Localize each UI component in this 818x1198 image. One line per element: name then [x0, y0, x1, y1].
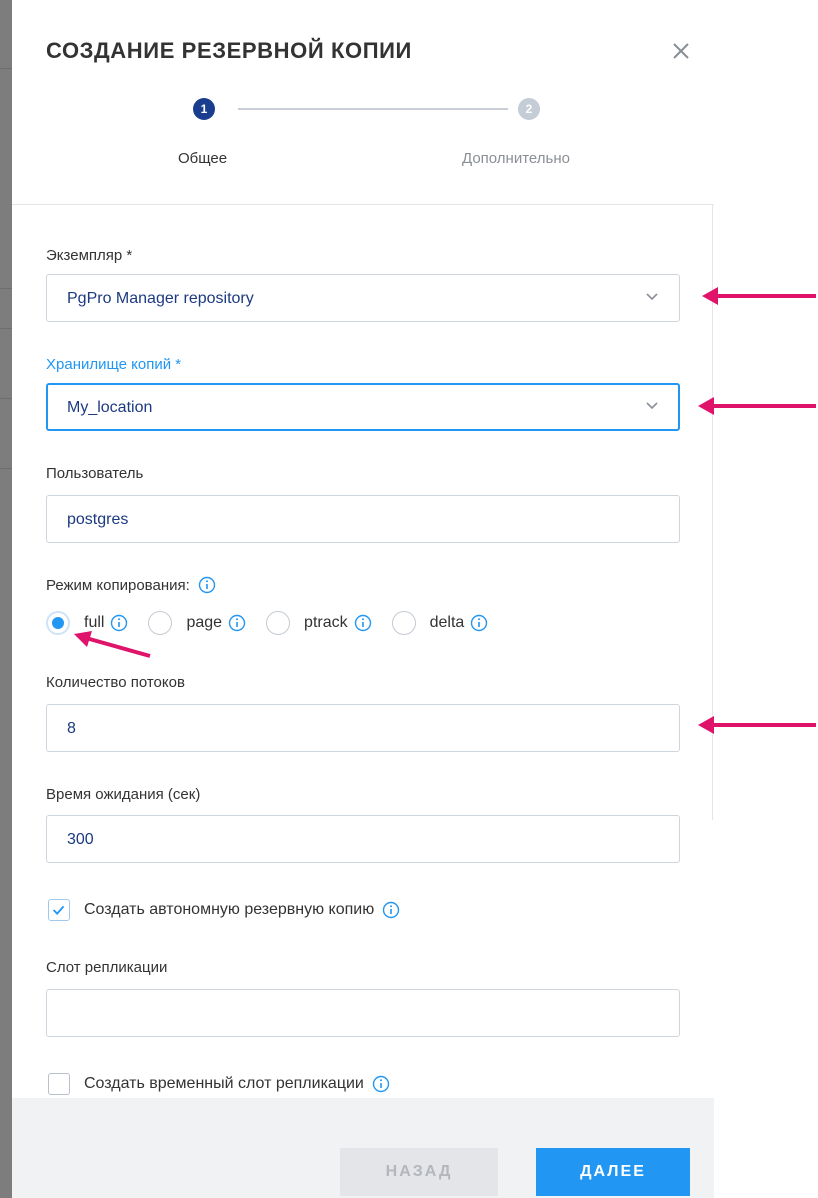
backdrop-overlay — [0, 0, 12, 1198]
outside-area — [714, 0, 818, 1198]
standalone-label: Создать автономную резервную копию — [84, 901, 375, 918]
slot-field[interactable] — [46, 989, 680, 1037]
user-label: Пользователь — [46, 465, 144, 482]
info-icon[interactable] — [372, 1075, 390, 1093]
threads-label: Количество потоков — [46, 674, 185, 691]
timeout-value: 300 — [67, 831, 94, 848]
instance-select[interactable]: PgPro Manager repository — [46, 274, 680, 322]
timeout-label: Время ожидания (сек) — [46, 786, 201, 803]
annotation-arrow-icon — [702, 287, 816, 305]
step-2-label[interactable]: Дополнительно — [462, 150, 570, 167]
info-icon[interactable] — [382, 901, 400, 919]
close-icon[interactable] — [666, 36, 696, 66]
step-1-indicator[interactable]: 1 — [193, 98, 215, 120]
radio-delta[interactable] — [391, 611, 416, 635]
chevron-down-icon — [646, 402, 658, 410]
threads-field[interactable]: 8 — [46, 704, 680, 752]
annotation-arrow-icon — [698, 397, 816, 415]
mode-label: Режим копирования: — [46, 576, 190, 594]
storage-label: Хранилище копий * — [46, 356, 182, 373]
standalone-checkbox[interactable] — [48, 899, 70, 921]
slot-label: Слот репликации — [46, 959, 168, 976]
info-icon[interactable] — [228, 614, 246, 632]
standalone-option[interactable]: Создать автономную резервную копию — [48, 899, 400, 921]
mode-option-delta[interactable]: delta — [391, 611, 489, 635]
instance-value: PgPro Manager repository — [67, 290, 254, 307]
chevron-down-icon — [646, 293, 658, 301]
dialog-title: СОЗДАНИЕ РЕЗЕРВНОЙ КОПИИ — [46, 38, 412, 63]
step-2-indicator[interactable]: 2 — [518, 98, 540, 120]
annotation-arrow-icon — [698, 716, 816, 734]
temp-slot-checkbox[interactable] — [48, 1073, 70, 1095]
mode-option-label: page — [186, 614, 223, 631]
check-icon — [52, 905, 65, 915]
mode-option-label: delta — [429, 614, 465, 631]
dialog-footer: НАЗАД ДАЛЕЕ — [12, 1098, 714, 1198]
radio-full[interactable] — [46, 611, 70, 635]
user-value: postgres — [67, 511, 129, 528]
mode-option-label: ptrack — [304, 614, 348, 631]
storage-value: My_location — [67, 399, 153, 416]
mode-option-page[interactable]: page — [148, 611, 246, 635]
radio-ptrack[interactable] — [266, 611, 291, 635]
instance-label: Экземпляр * — [46, 247, 133, 264]
storage-select[interactable]: My_location — [46, 383, 680, 431]
mode-option-ptrack[interactable]: ptrack — [266, 611, 372, 635]
info-icon[interactable] — [470, 614, 488, 632]
info-icon[interactable] — [198, 576, 216, 594]
annotation-arrow-icon — [74, 631, 151, 658]
info-icon[interactable] — [354, 614, 372, 632]
timeout-field[interactable]: 300 — [46, 815, 680, 863]
temp-slot-label: Создать временный слот репликации — [84, 1075, 364, 1092]
mode-label-row: Режим копирования: — [46, 576, 216, 594]
temp-slot-option[interactable]: Создать временный слот репликации — [48, 1073, 390, 1095]
back-button[interactable]: НАЗАД — [340, 1148, 498, 1196]
threads-value: 8 — [67, 720, 76, 737]
header-divider — [12, 204, 714, 205]
user-field[interactable]: postgres — [46, 495, 680, 543]
backup-dialog: СОЗДАНИЕ РЕЗЕРВНОЙ КОПИИ 1 2 Общее Допол… — [12, 0, 714, 1198]
step-1-label[interactable]: Общее — [178, 150, 227, 167]
step-connector — [238, 108, 508, 110]
next-button[interactable]: ДАЛЕЕ — [536, 1148, 690, 1196]
